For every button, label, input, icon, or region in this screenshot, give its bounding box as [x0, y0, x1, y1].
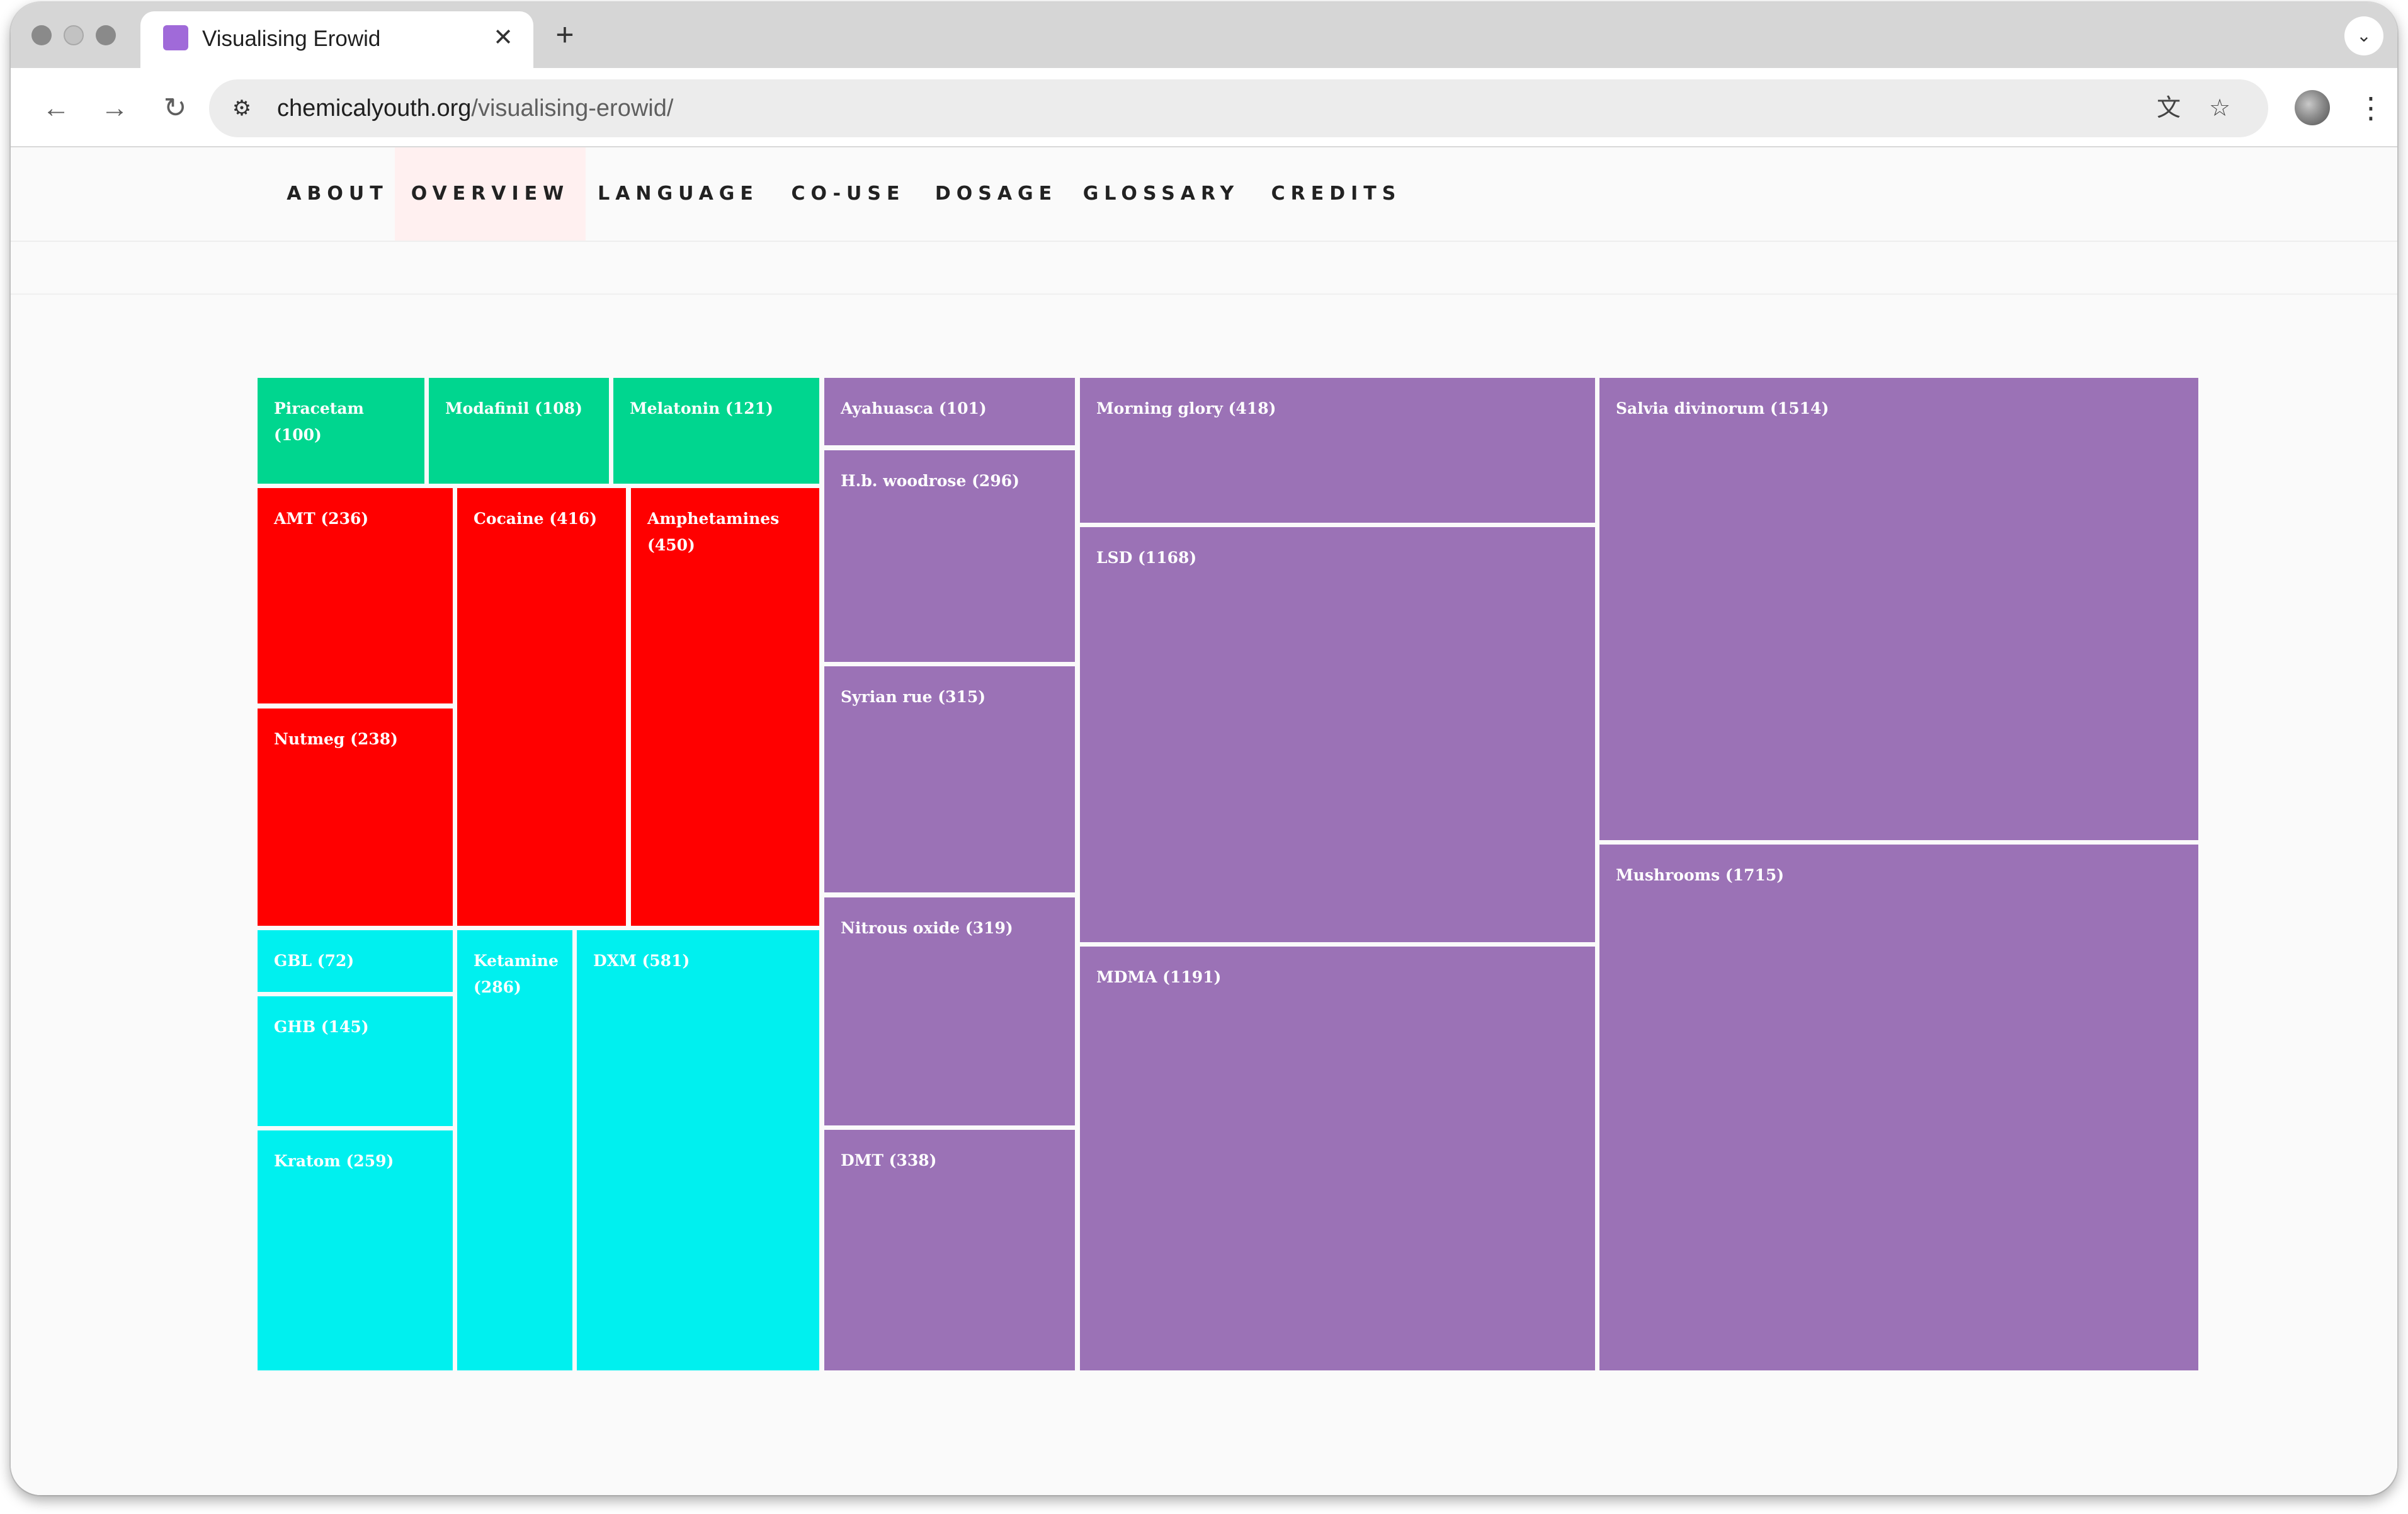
treemap-cell-lsd[interactable]: LSD (1168)	[1080, 527, 1595, 942]
close-window-button[interactable]	[31, 25, 52, 45]
browser-window: Visualising Erowid ✕ + ⌄ ← → ↻ ⚙ chemica…	[11, 3, 2397, 1495]
treemap-cell-melatonin[interactable]: Melatonin (121)	[613, 378, 819, 484]
plus-icon[interactable]: +	[546, 16, 584, 54]
nav-item-co-use[interactable]: CO-USE	[782, 147, 914, 241]
cell-label: Kratom (259)	[274, 1152, 394, 1170]
treemap-cell-gbl[interactable]: GBL (72)	[258, 930, 453, 992]
treemap-cell-amphetamines[interactable]: Amphetamines (450)	[631, 488, 819, 926]
treemap-cell-kratom[interactable]: Kratom (259)	[258, 1130, 453, 1370]
cell-label: Melatonin (121)	[630, 399, 773, 418]
forward-arrow-icon[interactable]: →	[96, 89, 133, 127]
cell-label: DMT (338)	[841, 1151, 937, 1170]
treemap-cell-mdma[interactable]: MDMA (1191)	[1080, 947, 1595, 1370]
tab-strip: Visualising Erowid ✕ + ⌄	[11, 3, 2397, 68]
cell-label: GHB (145)	[274, 1018, 369, 1036]
nav-item-overview[interactable]: OVERVIEW	[395, 147, 586, 241]
cell-label: Morning glory (418)	[1096, 399, 1276, 418]
cell-label: DXM (581)	[593, 952, 690, 970]
minimize-window-button[interactable]	[64, 25, 84, 45]
treemap-cell-ketamine[interactable]: Ketamine (286)	[457, 930, 572, 1370]
cell-label: H.b. woodrose (296)	[841, 472, 1019, 490]
chevron-down-icon[interactable]: ⌄	[2344, 16, 2383, 55]
reload-icon[interactable]: ↻	[156, 89, 194, 127]
treemap-cell-dmt[interactable]: DMT (338)	[824, 1130, 1075, 1370]
nav-item-glossary[interactable]: GLOSSARY	[1079, 147, 1243, 241]
nav-item-dosage[interactable]: DOSAGE	[930, 147, 1062, 241]
site-nav: ABOUT OVERVIEW LANGUAGE CO-USE DOSAGE GL…	[11, 147, 2397, 242]
treemap-cell-amt[interactable]: AMT (236)	[258, 488, 453, 703]
tune-icon[interactable]: ⚙	[225, 92, 258, 125]
cell-label: Mushrooms (1715)	[1616, 866, 1785, 884]
treemap-cell-dxm[interactable]: DXM (581)	[577, 930, 819, 1370]
cell-label: Nitrous oxide (319)	[841, 919, 1013, 937]
nav-item-credits[interactable]: CREDITS	[1261, 147, 1412, 241]
treemap-cell-cocaine[interactable]: Cocaine (416)	[457, 488, 626, 926]
star-icon[interactable]: ☆	[2203, 92, 2236, 125]
cell-label: AMT (236)	[274, 509, 369, 528]
url-host: chemicalyouth.org	[277, 95, 472, 122]
browser-toolbar: ← → ↻ ⚙ chemicalyouth.org/visualising-er…	[11, 68, 2397, 147]
cell-label: Cocaine (416)	[474, 509, 598, 528]
translate-icon[interactable]: 文	[2152, 92, 2185, 125]
page-content: ABOUT OVERVIEW LANGUAGE CO-USE DOSAGE GL…	[11, 147, 2397, 1495]
treemap-cell-piracetam[interactable]: Piracetam (100)	[258, 378, 424, 484]
cell-label: Syrian rue (315)	[841, 688, 986, 706]
cell-label: Salvia divinorum (1514)	[1616, 399, 1829, 418]
cell-label: Piracetam (100)	[274, 399, 364, 444]
cell-label: Modafinil (108)	[445, 399, 582, 418]
maximize-window-button[interactable]	[96, 25, 116, 45]
address-bar[interactable]: ⚙ chemicalyouth.org/visualising-erowid/ …	[209, 79, 2268, 137]
url-path: /visualising-erowid/	[471, 95, 674, 122]
treemap-cell-morning-glory[interactable]: Morning glory (418)	[1080, 378, 1595, 523]
close-icon[interactable]: ✕	[489, 24, 517, 52]
cell-label: Ayahuasca (101)	[841, 399, 987, 418]
avatar[interactable]	[2295, 90, 2330, 125]
treemap-cell-nutmeg[interactable]: Nutmeg (238)	[258, 709, 453, 926]
url-text[interactable]: chemicalyouth.org/visualising-erowid/	[277, 93, 673, 123]
treemap-cell-syrian-rue[interactable]: Syrian rue (315)	[824, 666, 1075, 892]
treemap-cell-modafinil[interactable]: Modafinil (108)	[429, 378, 609, 484]
cell-label: Ketamine (286)	[474, 952, 559, 996]
cell-label: MDMA (1191)	[1096, 968, 1222, 986]
treemap-cell-hb-woodrose[interactable]: H.b. woodrose (296)	[824, 450, 1075, 662]
nav-item-language[interactable]: LANGUAGE	[596, 147, 760, 241]
nav-item-about[interactable]: ABOUT	[278, 147, 397, 241]
treemap-cell-ghb[interactable]: GHB (145)	[258, 996, 453, 1126]
back-arrow-icon[interactable]: ←	[37, 89, 75, 127]
browser-tab[interactable]: Visualising Erowid ✕	[140, 11, 533, 68]
sub-header-bar	[11, 242, 2397, 295]
treemap-cell-ayahuasca[interactable]: Ayahuasca (101)	[824, 378, 1075, 445]
treemap-cell-nitrous-oxide[interactable]: Nitrous oxide (319)	[824, 897, 1075, 1125]
treemap-cell-salvia-divinorum[interactable]: Salvia divinorum (1514)	[1599, 378, 2198, 840]
cell-label: LSD (1168)	[1096, 549, 1197, 567]
favicon-icon	[163, 25, 188, 50]
cell-label: Amphetamines (450)	[647, 509, 780, 554]
treemap-cell-mushrooms[interactable]: Mushrooms (1715)	[1599, 845, 2198, 1370]
tab-title: Visualising Erowid	[202, 26, 381, 51]
cell-label: GBL (72)	[274, 952, 355, 970]
treemap-chart: Piracetam (100) Modafinil (108) Melatoni…	[258, 378, 2198, 1370]
kebab-menu-icon[interactable]: ⋮	[2356, 89, 2385, 127]
cell-label: Nutmeg (238)	[274, 730, 398, 748]
